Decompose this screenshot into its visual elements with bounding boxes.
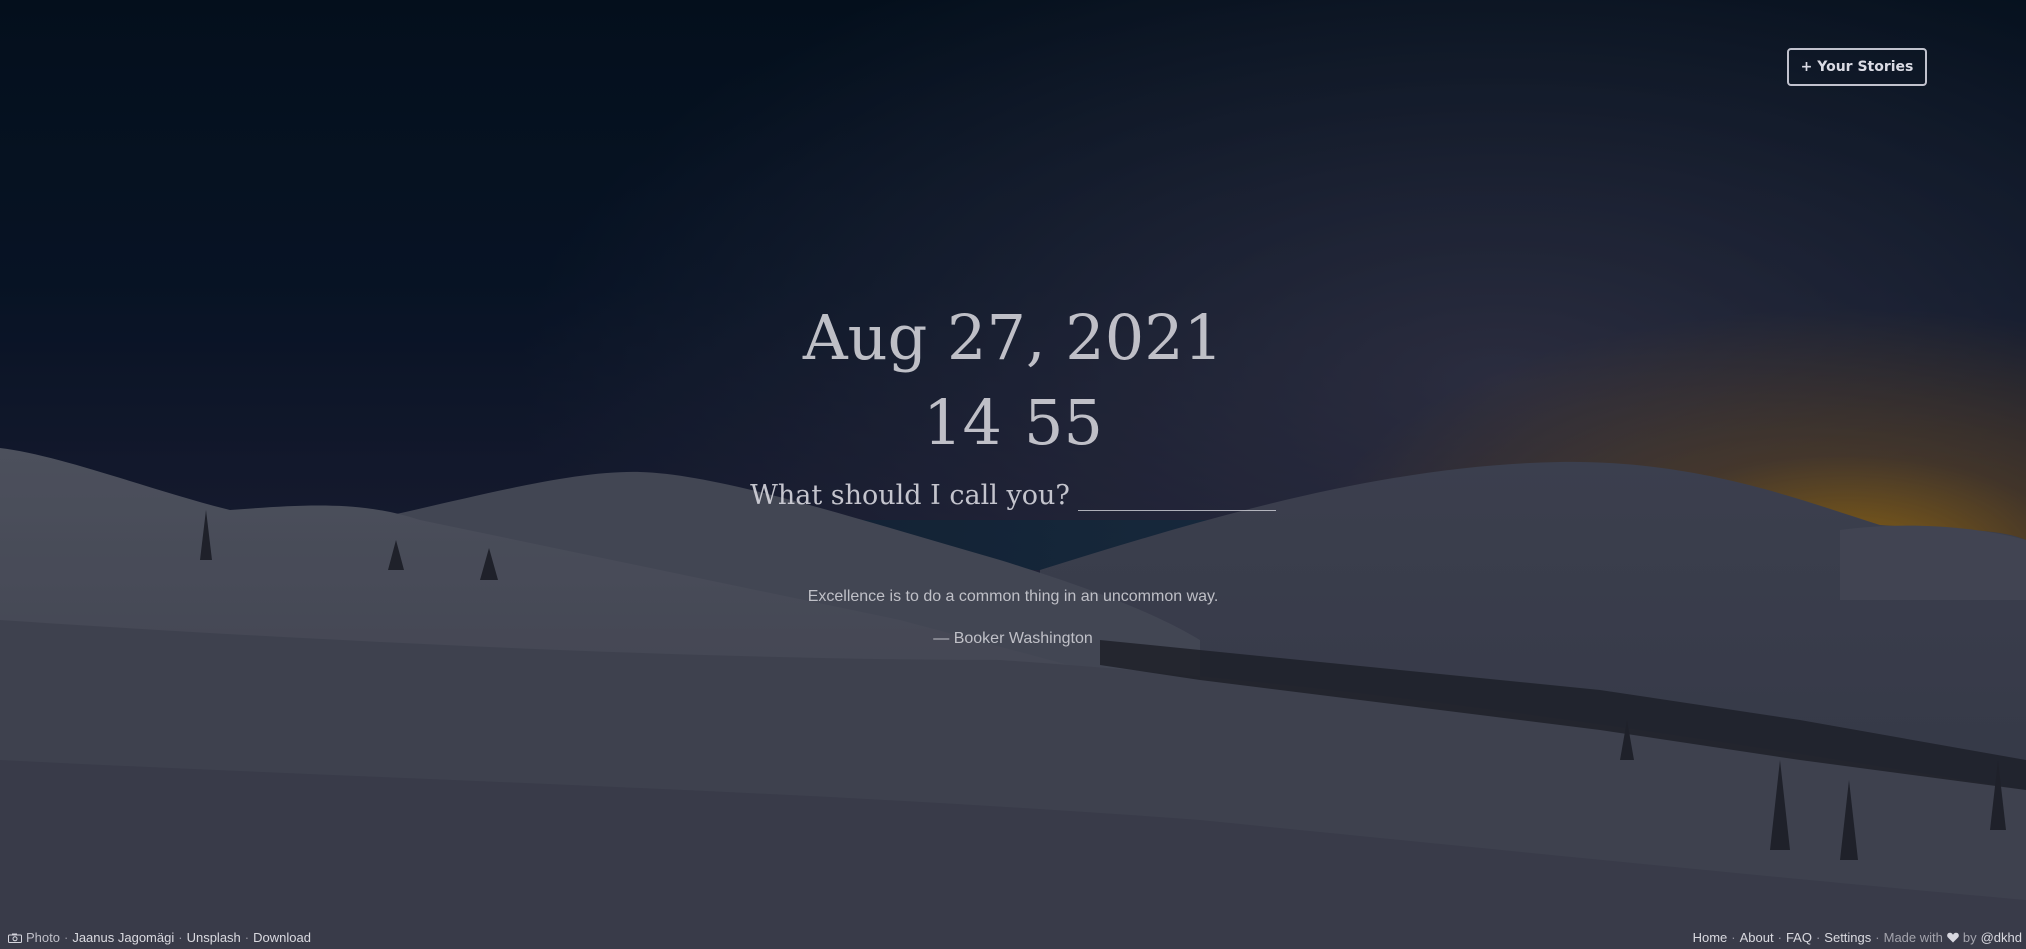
separator: · — [1815, 930, 1821, 945]
name-prompt: What should I call you? — [750, 480, 1070, 511]
camera-icon — [8, 933, 22, 943]
separator: · — [1777, 930, 1782, 945]
your-stories-button[interactable]: + Your Stories — [1787, 48, 1927, 86]
separator: · — [244, 930, 250, 945]
settings-link[interactable]: Settings — [1824, 930, 1871, 945]
separator: · — [178, 930, 183, 945]
time-hours: 14 — [923, 386, 1002, 459]
unsplash-link[interactable]: Unsplash — [187, 930, 241, 945]
date-display: Aug 27, 2021 — [802, 301, 1224, 374]
photo-credit: Photo · Jaanus Jagomägi · Unsplash · Dow… — [8, 930, 311, 945]
photographer-link[interactable]: Jaanus Jagomägi — [72, 930, 174, 945]
quote-text: Excellence is to do a common thing in an… — [807, 588, 1219, 605]
photo-label: Photo — [26, 930, 60, 945]
footer-nav: Home · About · FAQ · Settings · Made wit… — [1693, 930, 2022, 945]
faq-link[interactable]: FAQ — [1786, 930, 1812, 945]
separator: · — [1731, 930, 1736, 945]
greeting-row: What should I call you? — [0, 476, 2026, 511]
new-tab-page: + Your Stories Aug 27, 2021 14 55 What sh… — [0, 0, 2026, 949]
heart-icon — [1947, 932, 1959, 943]
home-link[interactable]: Home — [1693, 930, 1728, 945]
by-label: by — [1962, 930, 1977, 945]
download-link[interactable]: Download — [253, 930, 311, 945]
dim-overlay — [0, 0, 2026, 949]
author-handle-link[interactable]: @dkhd — [1981, 930, 2022, 945]
made-with-label: Made with — [1883, 930, 1943, 945]
name-input[interactable] — [1077, 476, 1276, 511]
separator: · — [63, 930, 69, 945]
separator: · — [1875, 930, 1880, 945]
time-minutes: 55 — [1024, 386, 1103, 459]
about-link[interactable]: About — [1740, 930, 1774, 945]
quote-author: — Booker Washington — [933, 630, 1093, 647]
time-display: 14 55 — [0, 383, 2026, 463]
